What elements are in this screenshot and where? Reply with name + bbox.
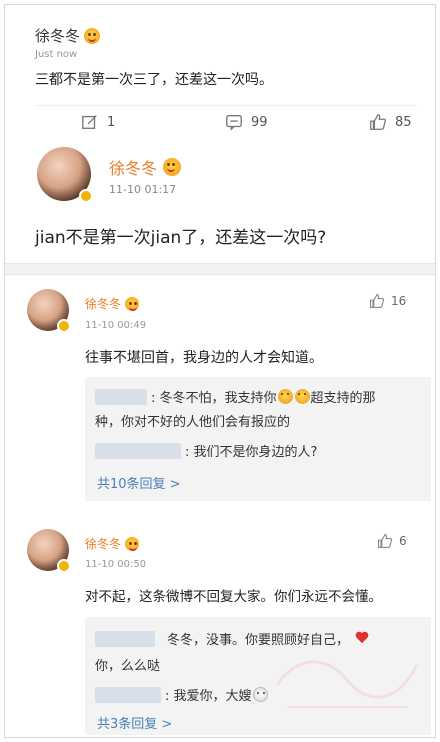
- emoji-icon: [294, 389, 310, 404]
- reply-1-cont: 种，你对不好的人他们会有报应的: [95, 415, 291, 430]
- comment-button[interactable]: 99: [225, 113, 268, 131]
- featured-time: 11-10 01:17: [109, 183, 177, 196]
- watermark-logo-icon: [275, 660, 419, 708]
- post-actions: 1 99 85: [5, 113, 435, 135]
- more-replies-link[interactable]: 共10条回复 >: [97, 473, 181, 492]
- divider: [35, 105, 417, 106]
- comment-2-avatar[interactable]: [27, 529, 71, 573]
- post-author[interactable]: 徐冬冬: [35, 25, 101, 46]
- weibo-screenshot: 徐冬冬 Just now 三都不是第一次三了，还差这一次吗。 1 99 85 徐…: [4, 4, 436, 738]
- emoji-icon: [84, 27, 101, 44]
- comment-icon: [226, 115, 242, 131]
- emoji-icon: [125, 536, 140, 551]
- blurred-username: [95, 630, 155, 647]
- emoji-icon: [163, 158, 182, 176]
- featured-text: jian不是第一次jian了，还差这一次吗?: [35, 228, 327, 248]
- reply-2[interactable]: : 我爱你，大嫂: [95, 685, 269, 704]
- post-text: 三都不是第一次三了，还差这一次吗。: [35, 72, 273, 88]
- thumbs-up-icon: [370, 114, 387, 130]
- comment-1-avatar[interactable]: [27, 289, 71, 333]
- reply-1-cont: 你，么么哒: [95, 659, 161, 674]
- reply-1[interactable]: : 冬冬不怕，我支持你 超支持的那: [95, 387, 376, 406]
- section-separator: [5, 263, 435, 275]
- comment-1-text: 往事不堪回首，我身边的人才会知道。: [85, 350, 323, 366]
- more-replies-link[interactable]: 共3条回复 >: [97, 713, 172, 732]
- reply-2[interactable]: : 我们不是你身边的人?: [95, 441, 317, 460]
- comment-2-text: 对不起，这条微博不回复大家。你们永远不会懂。: [85, 589, 382, 605]
- emoji-icon: [277, 389, 293, 404]
- comment-1-author[interactable]: 徐冬冬: [85, 295, 140, 312]
- comment-1-time: 11-10 00:49: [85, 320, 147, 331]
- top-post: 徐冬冬 Just now 三都不是第一次三了，还差这一次吗。 1 99 85: [5, 5, 435, 143]
- thumbs-up-icon: [370, 294, 385, 308]
- verified-badge-icon: [57, 319, 71, 333]
- blurred-username: [95, 686, 161, 703]
- featured-author[interactable]: 徐冬冬: [109, 155, 182, 179]
- repost-button[interactable]: 1: [81, 113, 115, 131]
- verified-badge-icon: [79, 189, 93, 203]
- comment-2-like-button[interactable]: 6: [377, 533, 407, 549]
- blurred-username: [95, 442, 181, 459]
- comment-2-author[interactable]: 徐冬冬: [85, 535, 140, 552]
- emoji-icon: [125, 296, 140, 311]
- thumbs-up-icon: [378, 534, 393, 548]
- featured-avatar[interactable]: [37, 147, 93, 203]
- like-button[interactable]: 85: [369, 113, 412, 131]
- verified-badge-icon: [57, 559, 71, 573]
- edit-icon: [82, 115, 97, 129]
- post-time: Just now: [35, 49, 78, 60]
- comment-1-replies: : 冬冬不怕，我支持你 超支持的那 种，你对不好的人他们会有报应的 : 我们不是…: [85, 377, 431, 501]
- heart-icon: [355, 632, 369, 645]
- blurred-username: [95, 388, 147, 405]
- comment-1-like-button[interactable]: 16: [369, 293, 406, 309]
- comment-2-time: 11-10 00:50: [85, 559, 147, 570]
